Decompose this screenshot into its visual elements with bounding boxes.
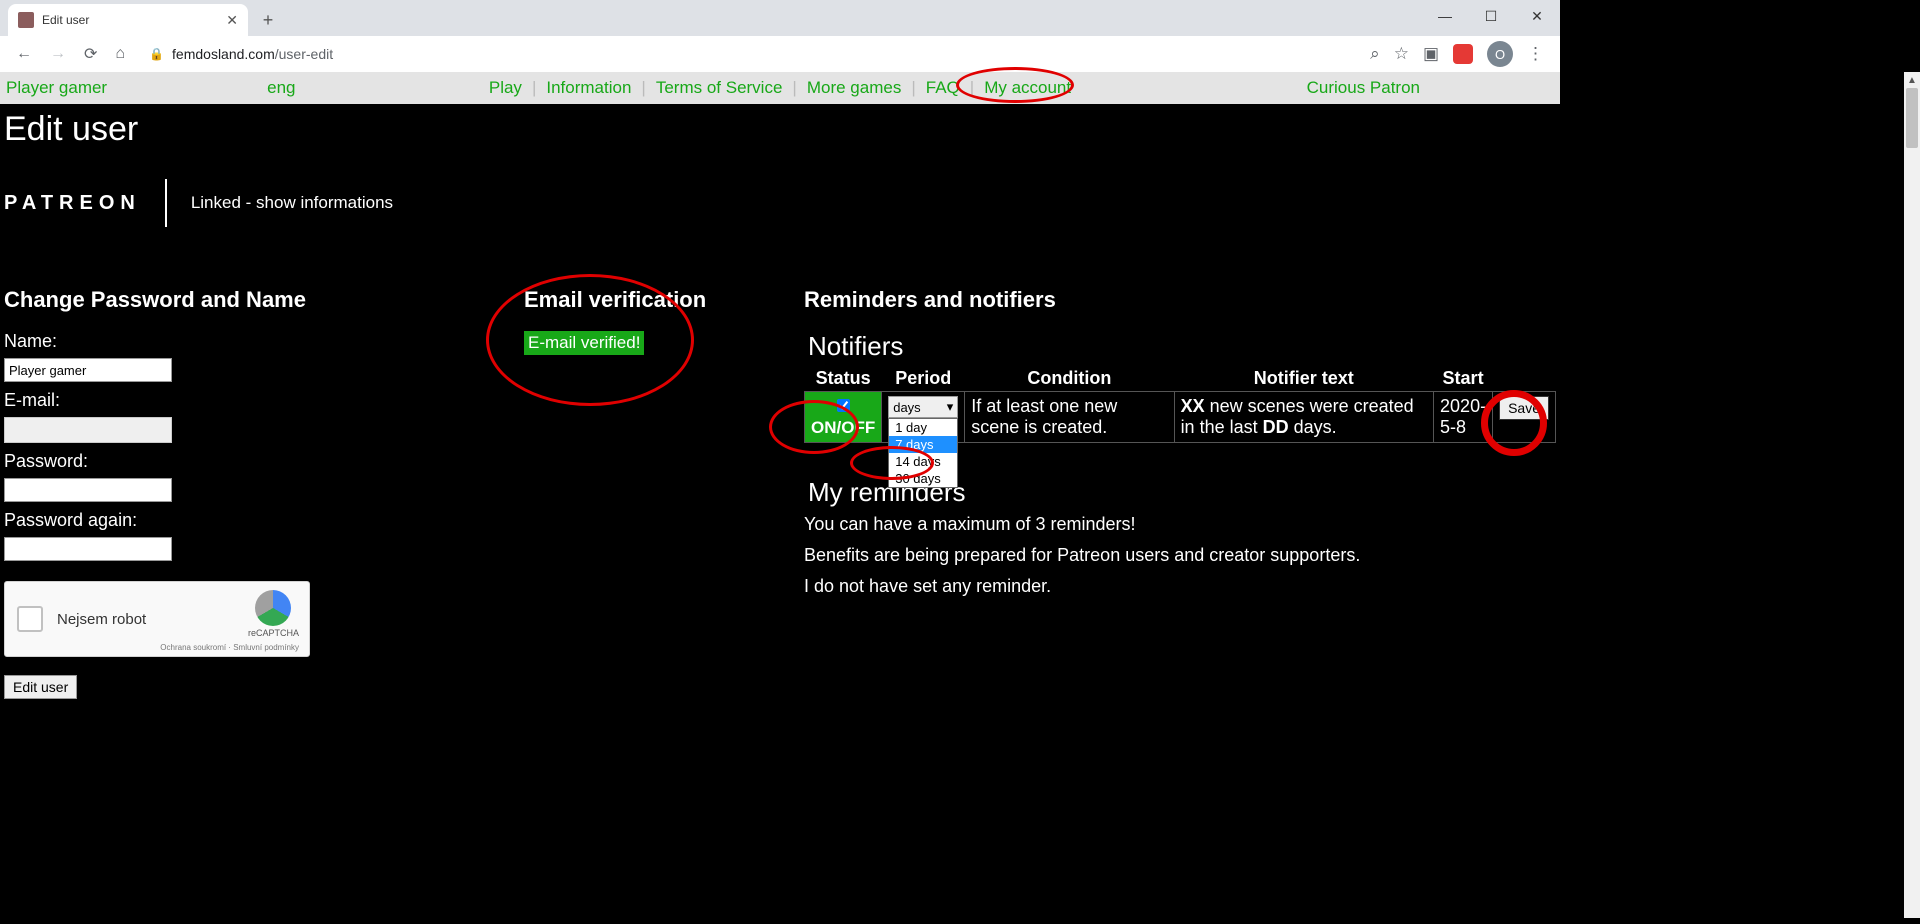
reminders-info-3: I do not have set any reminder. xyxy=(804,576,1556,597)
name-label: Name: xyxy=(4,331,504,352)
th-notifier-text: Notifier text xyxy=(1174,366,1433,392)
minimize-button[interactable]: — xyxy=(1422,0,1468,32)
nav-faq[interactable]: FAQ xyxy=(926,78,960,98)
onoff-label: ON/OFF xyxy=(811,418,875,437)
nav-play[interactable]: Play xyxy=(489,78,522,98)
th-period: Period xyxy=(882,366,965,392)
lang-link[interactable]: eng xyxy=(267,78,295,98)
profile-avatar[interactable]: O xyxy=(1487,41,1513,67)
password-input[interactable] xyxy=(4,478,172,502)
th-start: Start xyxy=(1434,366,1493,392)
recaptcha-foot: Ochrana soukromí · Smluvní podmínky xyxy=(160,643,299,652)
section-heading: Email verification xyxy=(524,287,784,313)
reminders-section: Reminders and notifiers Notifiers Status… xyxy=(804,287,1556,699)
edit-user-button[interactable]: Edit user xyxy=(4,675,77,699)
patreon-block: PATREON Linked - show informations xyxy=(4,179,1556,227)
email-label: E-mail: xyxy=(4,390,504,411)
divider xyxy=(165,179,167,227)
reminders-info-2: Benefits are being prepared for Patreon … xyxy=(804,545,1556,566)
recaptcha-widget[interactable]: Nejsem robot reCAPTCHA Ochrana soukromí … xyxy=(4,581,310,657)
password-again-label: Password again: xyxy=(4,510,504,531)
status-cell: ON/OFF xyxy=(805,392,882,443)
nav-information[interactable]: Information xyxy=(546,78,631,98)
table-header-row: Status Period Condition Notifier text St… xyxy=(805,366,1556,392)
page-title: Edit user xyxy=(4,110,1556,149)
recaptcha-logo: reCAPTCHA xyxy=(248,590,299,638)
cast-icon[interactable]: ▣ xyxy=(1423,44,1439,64)
favicon-icon xyxy=(18,12,34,28)
key-icon[interactable]: ⌕ xyxy=(1370,44,1380,64)
forward-button[interactable]: → xyxy=(50,45,66,63)
nav-my-account[interactable]: My account xyxy=(984,78,1071,98)
start-cell: 2020-5-8 xyxy=(1434,392,1493,443)
page-body: Edit user PATREON Linked - show informat… xyxy=(0,110,1560,924)
table-row: ON/OFF days▾ 1 day 7 days 14 days 30 day… xyxy=(805,392,1556,443)
chevron-down-icon: ▾ xyxy=(947,399,954,415)
browser-tab[interactable]: Edit user ✕ xyxy=(8,4,248,36)
password-label: Password: xyxy=(4,451,504,472)
period-dropdown[interactable]: 1 day 7 days 14 days 30 days xyxy=(888,418,958,488)
section-heading: Reminders and notifiers xyxy=(804,287,1556,313)
nav-patron[interactable]: Curious Patron xyxy=(1307,78,1420,97)
period-option[interactable]: 14 days xyxy=(889,453,957,470)
condition-cell: If at least one new scene is created. xyxy=(965,392,1174,443)
save-button[interactable]: Save xyxy=(1499,396,1549,420)
browser-chrome: Edit user ✕ + — ☐ ✕ ← → ⟳ ⌂ 🔒 femdosland… xyxy=(0,0,1560,72)
url-display[interactable]: 🔒 femdosland.com/user-edit xyxy=(137,46,1358,62)
recaptcha-checkbox[interactable] xyxy=(17,606,43,632)
close-window-button[interactable]: ✕ xyxy=(1514,0,1560,32)
change-password-section: Change Password and Name Name: E-mail: P… xyxy=(4,287,504,699)
window-controls: — ☐ ✕ xyxy=(1422,0,1560,32)
star-icon[interactable]: ☆ xyxy=(1394,44,1409,64)
status-checkbox[interactable] xyxy=(837,399,850,412)
name-input[interactable] xyxy=(4,358,172,382)
home-button[interactable]: ⌂ xyxy=(115,45,125,63)
tab-bar: Edit user ✕ + xyxy=(0,0,1560,36)
email-input[interactable] xyxy=(4,417,172,443)
extension-icon[interactable] xyxy=(1453,44,1473,64)
period-cell: days▾ 1 day 7 days 14 days 30 days xyxy=(882,392,965,443)
tab-title: Edit user xyxy=(42,13,89,27)
th-condition: Condition xyxy=(965,366,1174,392)
site-nav: Player gamer eng Play| Information| Term… xyxy=(0,72,1560,104)
patreon-linked-link[interactable]: Linked - show informations xyxy=(191,193,393,213)
notifiers-table: Status Period Condition Notifier text St… xyxy=(804,366,1556,443)
lock-icon: 🔒 xyxy=(149,47,164,61)
maximize-button[interactable]: ☐ xyxy=(1468,0,1514,32)
close-tab-icon[interactable]: ✕ xyxy=(226,12,238,29)
password-again-input[interactable] xyxy=(4,537,172,561)
section-heading: Change Password and Name xyxy=(4,287,504,313)
period-option[interactable]: 30 days xyxy=(889,470,957,487)
reload-button[interactable]: ⟳ xyxy=(84,44,97,64)
patreon-logo: PATREON xyxy=(4,192,141,215)
email-verification-section: Email verification E-mail verified! xyxy=(524,287,784,699)
recaptcha-label: Nejsem robot xyxy=(57,611,146,628)
period-option[interactable]: 1 day xyxy=(889,419,957,436)
nav-more-games[interactable]: More games xyxy=(807,78,901,98)
new-tab-button[interactable]: + xyxy=(254,6,282,34)
period-select[interactable]: days▾ 1 day 7 days 14 days 30 days xyxy=(888,396,958,418)
th-status: Status xyxy=(805,366,882,392)
period-option-selected[interactable]: 7 days xyxy=(889,436,957,453)
player-link[interactable]: Player gamer xyxy=(6,78,107,98)
menu-icon[interactable]: ⋮ xyxy=(1527,44,1544,64)
url-path: /user-edit xyxy=(275,46,333,62)
back-button[interactable]: ← xyxy=(16,45,32,63)
scrollbar[interactable]: ▲ xyxy=(1904,72,1920,918)
reminders-info-1: You can have a maximum of 3 reminders! xyxy=(804,514,1556,535)
nav-icons: ← → ⟳ ⌂ xyxy=(8,44,125,64)
notifiers-heading: Notifiers xyxy=(808,331,1556,362)
email-verified-badge: E-mail verified! xyxy=(524,331,644,355)
scroll-thumb[interactable] xyxy=(1906,88,1918,148)
address-bar: ← → ⟳ ⌂ 🔒 femdosland.com/user-edit ⌕ ☆ ▣… xyxy=(0,36,1560,72)
scroll-up-icon[interactable]: ▲ xyxy=(1904,72,1920,88)
url-host: femdosland.com xyxy=(172,46,275,62)
notifier-text-cell: XX new scenes were created in the last D… xyxy=(1174,392,1433,443)
nav-terms[interactable]: Terms of Service xyxy=(656,78,783,98)
